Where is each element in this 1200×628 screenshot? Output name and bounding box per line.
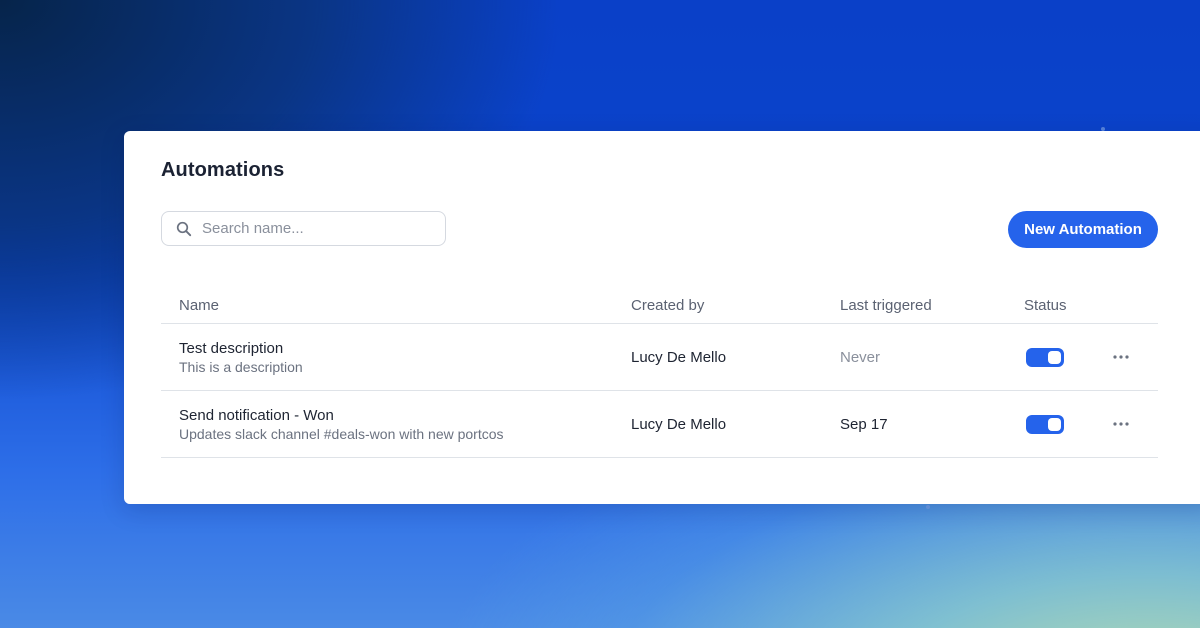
- status-toggle[interactable]: [1026, 348, 1064, 367]
- automations-table: Name Created by Last triggered Status Te…: [161, 281, 1158, 458]
- toggle-knob: [1048, 418, 1061, 431]
- column-header-created-by[interactable]: Created by: [631, 297, 704, 314]
- table-header: Name Created by Last triggered Status: [161, 281, 1158, 324]
- toggle-knob: [1048, 351, 1061, 364]
- column-header-status[interactable]: Status: [1024, 297, 1067, 314]
- table-row[interactable]: Test description This is a description L…: [161, 324, 1158, 391]
- page-title: Automations: [161, 159, 285, 181]
- background-dot: [926, 505, 930, 509]
- created-by: Lucy De Mello: [631, 416, 727, 433]
- automations-panel: Automations New Automation Name Created …: [124, 131, 1200, 504]
- column-header-name[interactable]: Name: [179, 297, 219, 314]
- created-by: Lucy De Mello: [631, 349, 727, 366]
- table-row[interactable]: Send notification - Won Updates slack ch…: [161, 391, 1158, 458]
- more-horizontal-icon[interactable]: [1111, 415, 1131, 433]
- new-automation-button[interactable]: New Automation: [1008, 211, 1158, 248]
- search-icon: [176, 221, 192, 237]
- last-triggered: Sep 17: [840, 416, 888, 433]
- last-triggered: Never: [840, 349, 881, 366]
- automation-description: Updates slack channel #deals-won with ne…: [179, 426, 504, 442]
- search-input[interactable]: [202, 220, 422, 237]
- automation-description: This is a description: [179, 359, 303, 375]
- status-toggle[interactable]: [1026, 415, 1064, 434]
- more-horizontal-icon[interactable]: [1111, 348, 1131, 366]
- automation-name[interactable]: Test description: [179, 340, 283, 357]
- automation-name[interactable]: Send notification - Won: [179, 407, 334, 424]
- column-header-last-triggered[interactable]: Last triggered: [840, 297, 932, 314]
- search-box[interactable]: [161, 211, 446, 246]
